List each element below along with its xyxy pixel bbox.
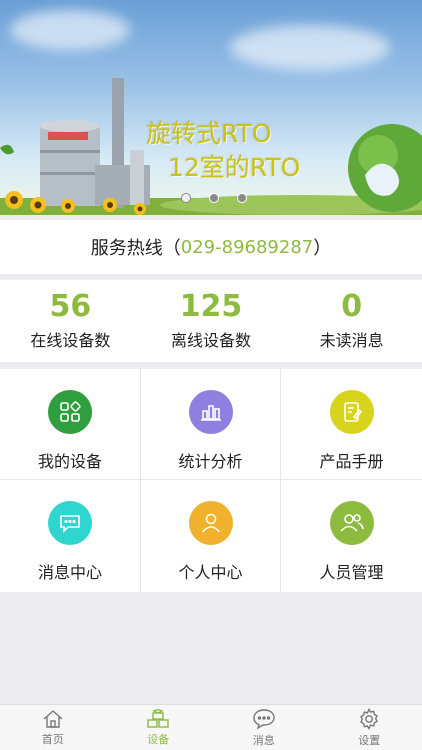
bar-chart-icon	[188, 390, 233, 434]
stat-offline-devices[interactable]: 125 离线设备数	[141, 280, 282, 362]
carousel-dot[interactable]	[181, 193, 191, 203]
message-icon	[253, 708, 275, 730]
carousel-dot[interactable]	[209, 193, 219, 203]
home-icon	[43, 709, 63, 728]
banner-title-line1: 旋转式RTO	[146, 119, 272, 148]
grid-item-label: 统计分析	[178, 452, 243, 471]
carousel-dot[interactable]	[237, 193, 247, 203]
stat-value: 0	[341, 289, 363, 324]
grid-item-my-devices[interactable]: 我的设备	[0, 369, 141, 480]
grid-icon	[48, 390, 92, 434]
grid-item-product-manual[interactable]: 产品手册	[281, 369, 422, 480]
banner-carousel[interactable]: 旋转式RTO 12室的RTO	[0, 0, 422, 215]
grid-item-label: 个人中心	[178, 563, 243, 582]
bottom-tab-bar: 首页 设备 消息 设置	[0, 704, 422, 750]
hotline-suffix: ）	[313, 238, 332, 259]
person-icon	[188, 501, 233, 545]
grid-item-staff-management[interactable]: 人员管理	[281, 480, 422, 592]
stat-unread-messages[interactable]: 0 未读消息	[281, 280, 422, 362]
tab-settings[interactable]: 设置	[317, 705, 422, 750]
hotline-number[interactable]: 029-89689287	[181, 237, 313, 258]
grid-item-label: 产品手册	[319, 452, 384, 471]
tab-messages[interactable]: 消息	[211, 705, 317, 750]
stat-value: 125	[179, 289, 243, 324]
banner-title-line2: 12室的RTO	[168, 153, 301, 182]
gear-icon	[360, 707, 379, 730]
people-icon	[329, 501, 374, 545]
tab-devices[interactable]: 设备	[106, 705, 212, 750]
tab-label: 设备	[147, 732, 170, 746]
boxes-icon	[147, 708, 169, 728]
tab-label: 首页	[41, 732, 64, 746]
stat-label: 未读消息	[319, 331, 384, 350]
tab-label: 设置	[358, 733, 381, 747]
tab-label: 消息	[252, 733, 275, 747]
stats-panel: 56 在线设备数 125 离线设备数 0 未读消息	[0, 280, 422, 362]
chat-icon	[48, 501, 92, 545]
stat-online-devices[interactable]: 56 在线设备数	[0, 280, 141, 362]
stat-value: 56	[49, 289, 92, 324]
service-hotline[interactable]: 服务热线（ 029-89689287 ）	[0, 220, 422, 274]
stat-label: 在线设备数	[30, 331, 111, 350]
grid-item-label: 我的设备	[37, 452, 102, 471]
grid-item-label: 人员管理	[319, 563, 384, 582]
grid-item-statistics[interactable]: 统计分析	[141, 369, 281, 480]
stat-label: 离线设备数	[171, 331, 252, 350]
grid-item-label: 消息中心	[37, 563, 102, 582]
grid-item-message-center[interactable]: 消息中心	[0, 480, 141, 592]
tab-home[interactable]: 首页	[0, 705, 106, 750]
manual-icon	[329, 390, 374, 434]
hotline-label: 服务热线（	[90, 238, 181, 259]
grid-item-personal-center[interactable]: 个人中心	[141, 480, 281, 592]
feature-grid: 我的设备 统计分析 产品手册 消息中心 个人中心 人员管理	[0, 369, 422, 592]
carousel-pager[interactable]	[181, 193, 247, 203]
